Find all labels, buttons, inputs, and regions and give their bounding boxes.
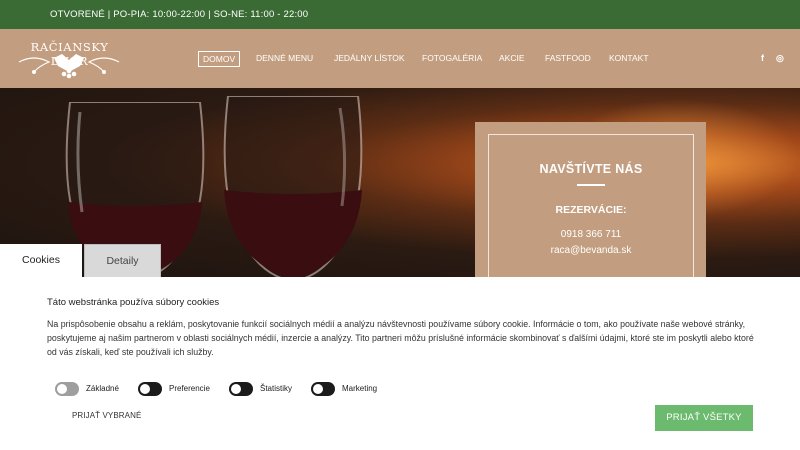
nav-item-jedalny-listok[interactable]: JEDÁLNY LÍSTOK xyxy=(330,51,409,67)
toggle-label-statistiky: Štatistiky xyxy=(260,384,293,393)
wine-glass-right xyxy=(223,96,363,277)
logo[interactable]: RAČIANSKY DVOR xyxy=(12,40,127,82)
opening-hours: OTVORENÉ | PO-PIA: 10:00-22:00 | SO-NE: … xyxy=(50,9,309,20)
nav-item-akcie[interactable]: AKCIE xyxy=(495,51,529,67)
toggle-preferencie[interactable] xyxy=(138,382,162,396)
toggle-label-zakladne: Základné xyxy=(86,384,119,393)
nav-item-denne-menu[interactable]: DENNÉ MENU xyxy=(252,51,317,67)
toggle-knob xyxy=(313,384,323,394)
reservations-title: REZERVÁCIE: xyxy=(555,204,627,216)
toggle-statistiky[interactable] xyxy=(229,382,253,396)
facebook-icon[interactable]: f xyxy=(761,53,764,63)
nav-item-domov[interactable]: DOMOV xyxy=(198,51,241,67)
nav-item-fotogaleria[interactable]: FOTOGALÉRIA xyxy=(418,51,486,67)
accept-selected-button[interactable]: PRIJAŤ VYBRANÉ xyxy=(72,411,141,420)
toggle-zakladne[interactable] xyxy=(55,382,79,396)
accept-all-button[interactable]: PRIJAŤ VŠETKY xyxy=(655,405,753,431)
nav-item-kontakt[interactable]: KONTAKT xyxy=(605,51,653,67)
toggle-knob xyxy=(231,384,241,394)
toggle-marketing[interactable] xyxy=(311,382,335,396)
reservation-phone[interactable]: 0918 366 711 xyxy=(488,229,694,240)
divider xyxy=(577,184,605,186)
toggle-label-preferencie: Preferencie xyxy=(169,384,210,393)
tab-cookies[interactable]: Cookies xyxy=(0,244,82,277)
tab-detaily[interactable]: Detaily xyxy=(84,244,161,277)
nav-item-fastfood[interactable]: FASTFOOD xyxy=(541,51,595,67)
reservation-email[interactable]: raca@bevanda.sk xyxy=(488,245,694,256)
toggle-knob xyxy=(57,384,67,394)
toggle-knob xyxy=(140,384,150,394)
cookie-description: Na prispôsobenie obsahu a reklám, poskyt… xyxy=(47,319,754,357)
grape-vine-icon xyxy=(18,54,120,79)
top-info-bar: OTVORENÉ | PO-PIA: 10:00-22:00 | SO-NE: … xyxy=(0,0,800,29)
cookie-heading: Táto webstránka používa súbory cookies xyxy=(47,297,220,308)
instagram-icon[interactable]: ◎ xyxy=(776,53,784,64)
toggle-label-marketing: Marketing xyxy=(342,384,378,393)
visit-us-title: NAVŠTÍVTE NÁS xyxy=(539,162,643,176)
